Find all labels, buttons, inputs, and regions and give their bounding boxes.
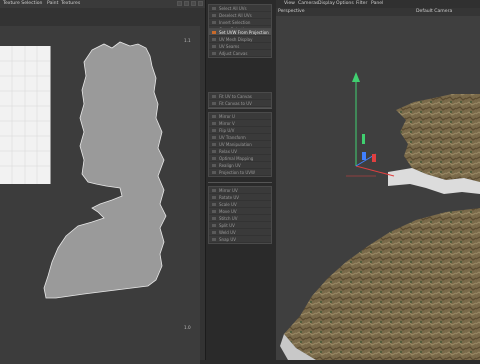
camera-selector[interactable]: Default Camera	[416, 9, 452, 14]
panel-item[interactable]: UV Seams	[209, 43, 271, 50]
viewport-canvas[interactable]	[276, 16, 480, 360]
uv-island-svg[interactable]	[0, 0, 205, 360]
panel-item[interactable]: Relax UV	[209, 148, 271, 155]
panel-item[interactable]: Stitch UV	[209, 215, 271, 222]
viewport-label: Perspective	[278, 9, 305, 14]
terrain-lower	[284, 208, 480, 360]
panel-item[interactable]: Split UV	[209, 222, 271, 229]
panel-item[interactable]: Fit Canvas to UV	[209, 100, 271, 107]
panel-item[interactable]: Fit UV to Canvas	[209, 93, 271, 100]
uv-editor: Texture Selection Paint Textures 1.1 1.0	[0, 0, 205, 364]
menu-cameras[interactable]: Cameras	[298, 1, 318, 6]
menu-panel[interactable]: Panel	[371, 1, 383, 6]
axis-gizmo-icon	[346, 72, 395, 177]
terrain-scene	[280, 72, 480, 360]
panel-group-projection: Set UVW From Projection UV Mesh Display UV…	[208, 28, 272, 58]
panel-item[interactable]: Move UV	[209, 208, 271, 215]
panel-item[interactable]: Rotate UV	[209, 194, 271, 201]
panel-item[interactable]: UV Transform	[209, 134, 271, 141]
panel-item[interactable]: Realign UV	[209, 162, 271, 169]
panel-divider	[208, 108, 272, 109]
panel-item[interactable]: Weld UV	[209, 229, 271, 236]
menu-display[interactable]: Display	[318, 1, 335, 6]
panel-item[interactable]: Optimal Mapping	[209, 155, 271, 162]
panel-item[interactable]: Flip U/V	[209, 127, 271, 134]
panel-item[interactable]: UV Mesh Display	[209, 36, 271, 43]
viewport-header: Perspective Default Camera	[276, 8, 480, 16]
uv-coord-top: 1.1	[184, 38, 191, 43]
menu-filter[interactable]: Filter	[356, 1, 367, 6]
panel-item[interactable]: Mirror V	[209, 120, 271, 127]
uv-coord-bottom: 1.0	[184, 325, 191, 330]
panel-item[interactable]: Select All UVs	[209, 5, 271, 12]
panel-item[interactable]: Mirror UV	[209, 187, 271, 194]
panel-group-transform: Mirror U Mirror V Flip U/V UV Transform UV M…	[208, 112, 272, 177]
panel-item[interactable]: Set UVW From Projection	[209, 29, 271, 36]
menu-view[interactable]: View	[284, 1, 295, 6]
menu-options[interactable]: Options	[336, 1, 354, 6]
panel-divider	[208, 182, 272, 183]
panel-group-fit: Fit UV to Canvas Fit Canvas to UV	[208, 92, 272, 108]
uv-island	[43, 41, 167, 299]
panel-group-edit: Mirror UV Rotate UV Scale UV Move UV Stitch …	[208, 186, 272, 244]
panel-item[interactable]: Deselect All UVs	[209, 12, 271, 19]
panel-item[interactable]: Scale UV	[209, 201, 271, 208]
viewport-3d: View Cameras Display Options Filter Pane…	[276, 0, 480, 360]
uv-tools-panel: Select All UVs Deselect All UVs Invert Sel…	[205, 0, 277, 360]
panel-item[interactable]: Snap UV	[209, 236, 271, 243]
panel-item[interactable]: Invert Selection	[209, 19, 271, 26]
panel-item[interactable]: UV Manipulation	[209, 141, 271, 148]
panel-item[interactable]: Projection to UVW	[209, 169, 271, 176]
panel-item[interactable]: Mirror U	[209, 113, 271, 120]
panel-item[interactable]: Adjust Canvas	[209, 50, 271, 57]
